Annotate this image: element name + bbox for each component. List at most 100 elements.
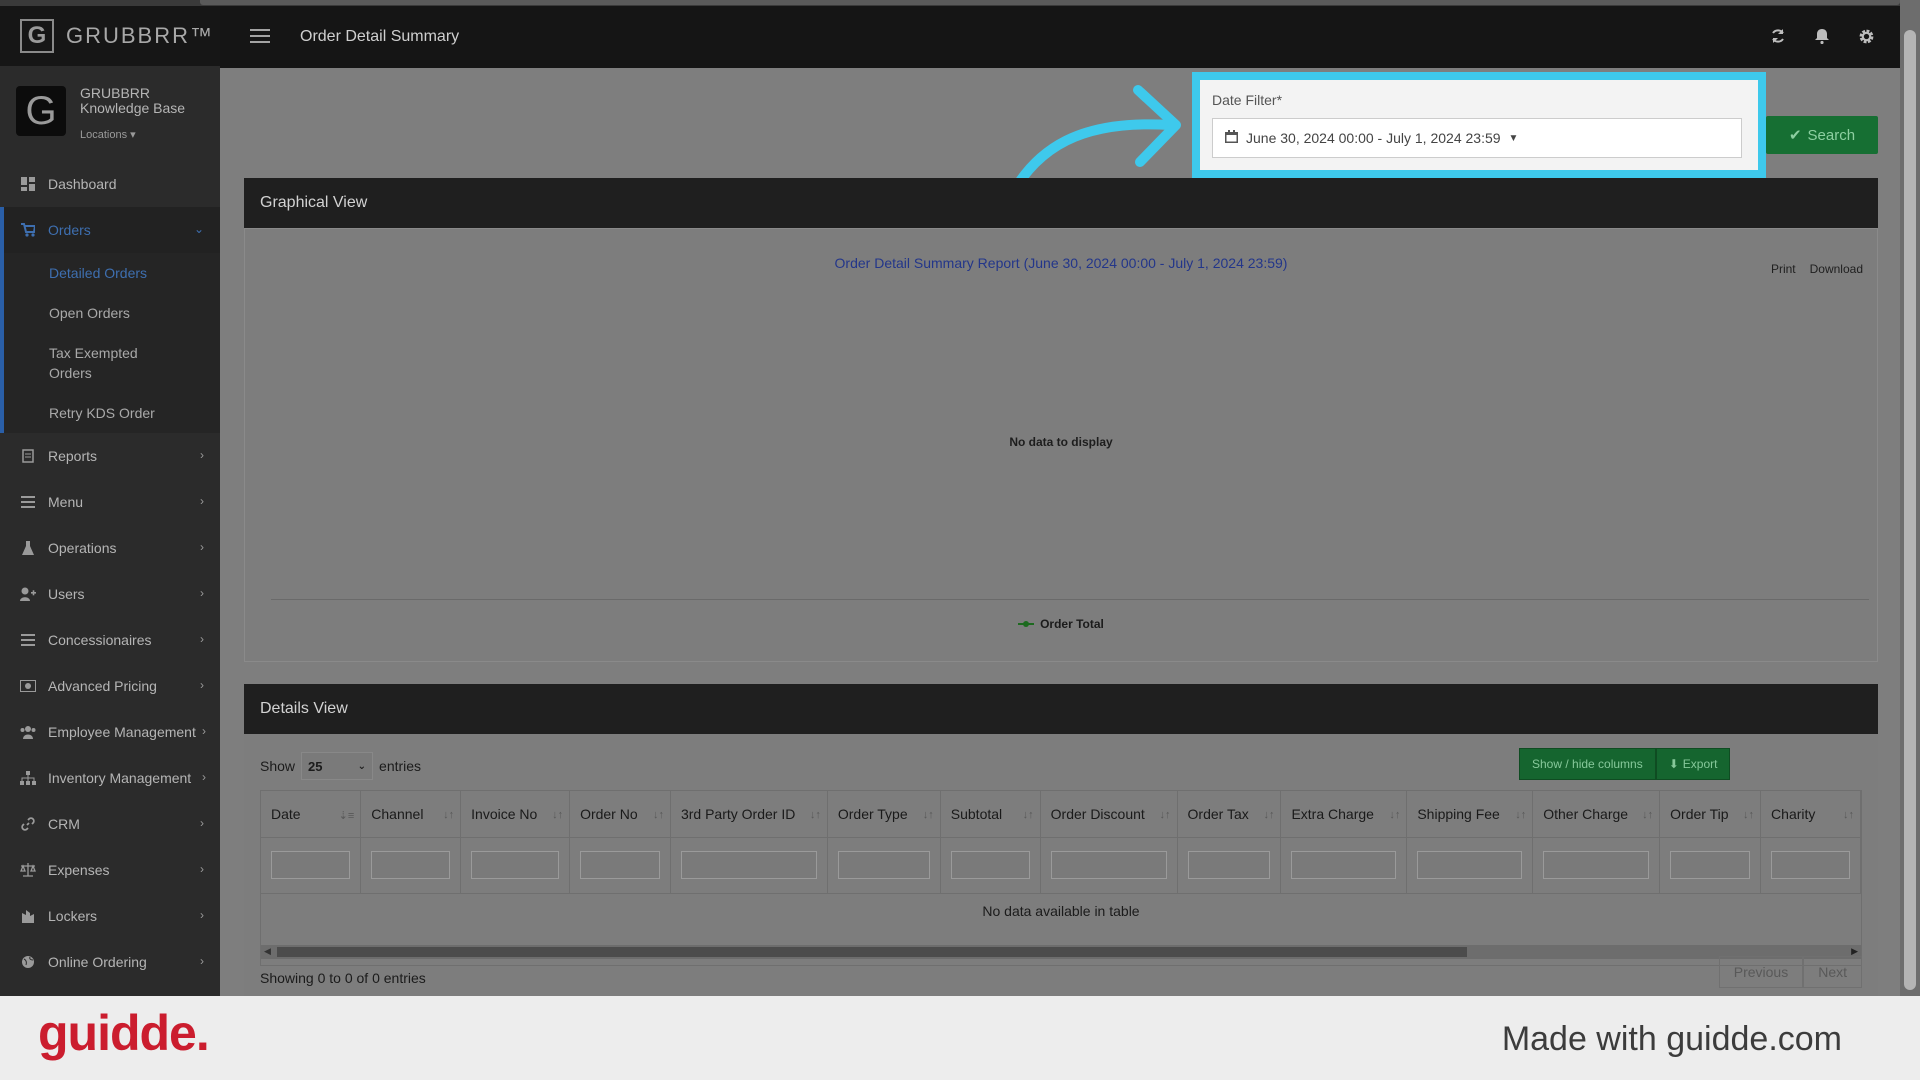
- vertical-scrollbar[interactable]: [1900, 0, 1920, 996]
- filter-input-order-type[interactable]: [837, 851, 930, 879]
- sidebar-item-employee-management[interactable]: Employee Management ›: [0, 709, 220, 755]
- submenu-open-orders[interactable]: Open Orders: [4, 293, 220, 333]
- filter-input-order-tax[interactable]: [1187, 851, 1271, 879]
- chevron-right-icon: ›: [200, 954, 204, 968]
- empty-table-message: No data available in table: [982, 903, 1140, 919]
- sort-icon: ↓↑: [1642, 809, 1654, 821]
- sidebar-item-label: CRM: [48, 816, 80, 832]
- chevron-right-icon: ›: [200, 908, 204, 922]
- sidebar-item-dashboard[interactable]: Dashboard: [0, 161, 220, 207]
- show-hide-columns-button[interactable]: Show / hide columns: [1519, 748, 1656, 780]
- date-range-input[interactable]: June 30, 2024 00:00 - July 1, 2024 23:59…: [1212, 118, 1742, 158]
- column-header-other-charge[interactable]: Other Charge ↓↑: [1532, 791, 1661, 838]
- column-header-order-tax[interactable]: Order Tax ↓↑: [1177, 791, 1282, 838]
- column-header-3rd-party-order-id[interactable]: 3rd Party Order ID ↓↑: [670, 791, 828, 838]
- sidebar-item-users[interactable]: Users ›: [0, 571, 220, 617]
- column-header-channel[interactable]: Channel ↓↑: [360, 791, 462, 838]
- column-header-order-type[interactable]: Order Type ↓↑: [827, 791, 941, 838]
- users-icon: [20, 725, 36, 739]
- sidebar-item-menu[interactable]: Menu ›: [0, 479, 220, 525]
- hamburger-menu-icon[interactable]: [250, 29, 270, 43]
- sort-icon: ↓↑: [1843, 809, 1854, 821]
- entries-select[interactable]: 25 ⌄: [301, 752, 374, 780]
- submenu-tax-exempted-orders[interactable]: Tax Exempted Orders: [4, 333, 154, 393]
- scroll-left-icon[interactable]: ◀: [264, 946, 271, 957]
- chevron-right-icon: ›: [200, 862, 204, 876]
- table-info: Showing 0 to 0 of 0 entries: [260, 970, 426, 986]
- filter-input-charity[interactable]: [1771, 851, 1850, 879]
- locations-dropdown[interactable]: Locations ▾: [80, 128, 190, 143]
- column-filter-row: [261, 837, 1861, 894]
- sort-icon: ↓↑: [922, 809, 934, 821]
- sidebar-item-label: Reports: [48, 448, 98, 464]
- flask-icon: [20, 541, 36, 555]
- filter-input-order-no[interactable]: [580, 851, 660, 879]
- column-header-order-discount[interactable]: Order Discount ↓↑: [1040, 791, 1178, 838]
- scrollbar-thumb[interactable]: [1904, 30, 1916, 990]
- print-link[interactable]: Print: [1771, 262, 1796, 276]
- sort-icon: ↓↑: [1743, 809, 1755, 821]
- gear-icon[interactable]: [1858, 28, 1876, 46]
- graphical-view-header: Graphical View: [244, 178, 1878, 228]
- horizontal-scrollbar[interactable]: ◀ ▶: [261, 945, 1861, 959]
- orders-submenu: Detailed Orders Open Orders Tax Exempted…: [0, 253, 220, 433]
- filter-input-subtotal[interactable]: [950, 851, 1030, 879]
- list-icon: [20, 495, 36, 509]
- column-header-order-tip[interactable]: Order Tip ↓↑: [1659, 791, 1762, 838]
- filter-input-3rd-party-order-id[interactable]: [680, 851, 817, 879]
- chevron-right-icon: ›: [200, 678, 204, 692]
- submenu-detailed-orders[interactable]: Detailed Orders: [4, 253, 220, 293]
- submenu-retry-kds-order[interactable]: Retry KDS Order: [4, 393, 220, 433]
- brand-logo[interactable]: G GRUBBRR™: [0, 6, 220, 66]
- column-header-order-no[interactable]: Order No ↓↑: [569, 791, 671, 838]
- sidebar-item-label: Operations: [48, 540, 117, 556]
- sort-desc-icon: ⇣≡: [338, 810, 355, 822]
- search-button[interactable]: ✔ Search: [1766, 116, 1878, 154]
- chevron-right-icon: ›: [202, 724, 206, 738]
- sidebar-item-lockers[interactable]: Lockers ›: [0, 893, 220, 939]
- column-header-charity[interactable]: Charity ↓↑: [1760, 791, 1861, 838]
- money-icon: [20, 679, 36, 693]
- filter-input-order-tip[interactable]: [1670, 851, 1751, 879]
- column-header-date[interactable]: Date ⇣≡: [261, 791, 362, 838]
- column-header-shipping-fee[interactable]: Shipping Fee ↓↑: [1406, 791, 1534, 838]
- export-button[interactable]: ⬇ Export: [1655, 748, 1731, 780]
- pagination: Previous Next: [1718, 956, 1862, 988]
- sidebar-item-orders[interactable]: Orders ⌄: [0, 207, 220, 253]
- filter-input-date[interactable]: [271, 851, 351, 879]
- sort-icon: ↓↑: [1389, 809, 1401, 821]
- org-profile: G GRUBBRR Knowledge Base Locations ▾: [0, 66, 220, 161]
- sort-icon: ↓↑: [809, 809, 821, 821]
- next-page-button[interactable]: Next: [1803, 956, 1862, 988]
- refresh-icon[interactable]: [1770, 28, 1788, 46]
- sidebar-item-expenses[interactable]: Expenses ›: [0, 847, 220, 893]
- show-label: Show: [260, 758, 296, 774]
- filter-input-other-charge[interactable]: [1543, 851, 1650, 879]
- horizontal-scrollbar-thumb[interactable]: [277, 947, 1467, 957]
- sidebar-item-online-ordering[interactable]: Online Ordering ›: [0, 939, 220, 985]
- sidebar-item-reports[interactable]: Reports ›: [0, 433, 220, 479]
- sidebar-item-concessionaires[interactable]: Concessionaires ›: [0, 617, 220, 663]
- filter-input-order-discount[interactable]: [1050, 851, 1167, 879]
- filter-input-shipping-fee[interactable]: [1417, 851, 1523, 879]
- dashboard-icon: [20, 177, 36, 191]
- column-header-invoice-no[interactable]: Invoice No ↓↑: [460, 791, 571, 838]
- filter-input-extra-charge[interactable]: [1291, 851, 1397, 879]
- calendar-icon: [1225, 130, 1238, 146]
- caret-down-icon: ▾: [130, 129, 136, 141]
- download-link[interactable]: Download: [1810, 262, 1863, 276]
- column-header-extra-charge[interactable]: Extra Charge ↓↑: [1280, 791, 1408, 838]
- filter-input-invoice-no[interactable]: [471, 851, 560, 879]
- filter-input-channel[interactable]: [371, 851, 451, 879]
- chevron-down-icon: ⌄: [357, 760, 367, 772]
- column-header-subtotal[interactable]: Subtotal ↓↑: [940, 791, 1041, 838]
- bell-icon[interactable]: [1814, 28, 1832, 46]
- sidebar-item-advanced-pricing[interactable]: Advanced Pricing ›: [0, 663, 220, 709]
- chart-legend[interactable]: Order Total: [245, 617, 1877, 631]
- sidebar-item-operations[interactable]: Operations ›: [0, 525, 220, 571]
- locations-label: Locations: [80, 129, 128, 141]
- previous-page-button[interactable]: Previous: [1718, 956, 1804, 988]
- legend-label: Order Total: [1040, 617, 1104, 631]
- sidebar-item-inventory-management[interactable]: Inventory Management ›: [0, 755, 220, 801]
- sidebar-item-crm[interactable]: CRM ›: [0, 801, 220, 847]
